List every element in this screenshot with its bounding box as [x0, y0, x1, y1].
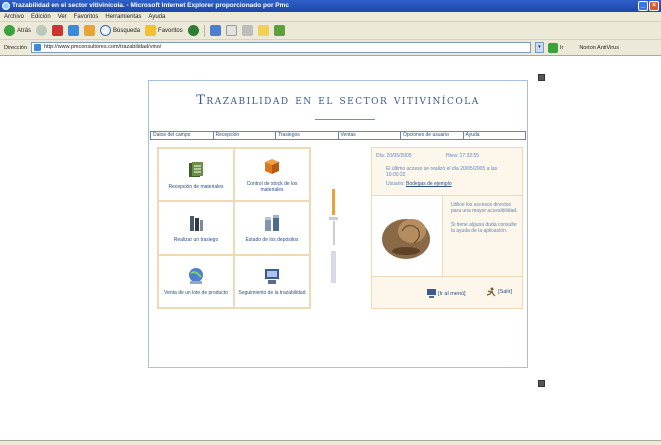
exit-button[interactable]: [Salir] — [486, 287, 512, 297]
home-icon[interactable] — [84, 25, 96, 36]
norton-link[interactable]: Norton AntiVirus — [579, 45, 619, 51]
nav-ayuda[interactable]: Ayuda — [464, 132, 526, 139]
print-icon[interactable] — [241, 25, 253, 36]
frame-scroll-down-button[interactable] — [538, 380, 545, 387]
site-title: Trazabilidad en el sector vitivinícola — [196, 93, 480, 108]
panel-actions: [Ir al menú] [Salir] — [372, 276, 522, 308]
media-icon[interactable] — [187, 25, 199, 36]
current-user: Usuario: Bodegas de ejemplo — [386, 181, 452, 187]
tips-list: Utilice los accesos directos para una ma… — [442, 196, 522, 276]
module-estado-depositos[interactable]: Estado de los depósitos — [234, 201, 310, 255]
ie-logo-icon — [2, 2, 10, 10]
address-dropdown-button[interactable]: ▾ — [534, 42, 544, 53]
module-control-stock[interactable]: Control de stock de los materiales — [234, 148, 310, 202]
title-divider — [315, 119, 375, 120]
nav-opciones-usuario[interactable]: Opciones de usuario — [401, 132, 464, 139]
menu-archivo[interactable]: Archivo — [4, 14, 24, 20]
module-venta-lote[interactable]: Venta de un lote de producto — [158, 254, 234, 308]
menu-herramientas[interactable]: Herramientas — [105, 14, 141, 20]
star-icon — [145, 25, 157, 36]
status-bar — [0, 440, 661, 445]
window-title-bar: Trazabilidad en el sector vitivinícola. … — [0, 0, 661, 12]
forward-arrow-icon[interactable] — [36, 25, 48, 36]
menu-ayuda[interactable]: Ayuda — [148, 14, 165, 20]
app-frame: Trazabilidad en el sector vitivinícola D… — [148, 80, 528, 368]
close-button[interactable]: × — [649, 1, 659, 11]
wooden-bowl-image — [382, 219, 430, 259]
back-button[interactable]: Atrás — [4, 25, 31, 36]
menu-ver[interactable]: Ver — [58, 14, 67, 20]
folder-icon[interactable] — [257, 25, 269, 36]
menu-edicion[interactable]: Edición — [31, 14, 51, 20]
nav-datos-campo[interactable]: Datos del campo — [151, 132, 214, 139]
running-person-icon — [486, 287, 496, 297]
tip-shortcuts: Utilice los accesos directos para una ma… — [451, 202, 518, 214]
history-icon[interactable] — [209, 25, 221, 36]
search-icon — [100, 25, 112, 36]
company-logo-icon — [329, 189, 338, 283]
nav-ventas[interactable]: Ventas — [339, 132, 401, 139]
page-icon — [33, 44, 41, 51]
go-menu-button[interactable]: [Ir al menú] — [427, 289, 466, 298]
tanks-icon — [265, 214, 279, 231]
messenger-icon[interactable] — [273, 25, 285, 36]
info-panel: Día: 20/05/2005 Hora: 17:32:55 El último… — [371, 147, 523, 309]
go-button[interactable]: Ir — [547, 42, 563, 53]
address-input[interactable]: http://www.pmconsultores.com/trazabilida… — [30, 42, 531, 53]
toolbar: Atrás Búsqueda Favoritos — [0, 22, 661, 40]
favorites-button[interactable]: Favoritos — [145, 25, 183, 36]
nav-trasiegos[interactable]: Trasiegos — [276, 132, 339, 139]
monitor-icon — [427, 289, 436, 298]
window-controls: _ × — [638, 1, 659, 11]
tips-section: Utilice los accesos directos para una ma… — [372, 196, 522, 276]
module-trasiego[interactable]: Realizar un trasiego — [158, 201, 234, 255]
last-access-message: El último acceso se realizó el día 20/05… — [386, 166, 498, 178]
back-arrow-icon — [4, 25, 15, 36]
module-recepcion[interactable]: Recepción de materiales — [158, 148, 234, 202]
menu-favoritos[interactable]: Favoritos — [74, 14, 99, 20]
toolbar-separator — [203, 24, 205, 37]
session-info: Día: 20/05/2005 Hora: 17:32:55 El último… — [372, 148, 522, 196]
address-bar: Dirección http://www.pmconsultores.com/t… — [0, 40, 661, 56]
minimize-button[interactable]: _ — [638, 1, 648, 11]
user-name-link[interactable]: Bodegas de ejemplo — [406, 181, 452, 187]
address-label: Dirección — [4, 44, 27, 51]
nav-recepcion[interactable]: Recepción — [214, 132, 276, 139]
menu-bar: Archivo Edición Ver Favoritos Herramient… — [0, 12, 661, 22]
mail-icon[interactable] — [225, 25, 237, 36]
bottles-icon — [190, 215, 203, 231]
stop-icon[interactable] — [52, 25, 64, 36]
globe-icon — [189, 268, 203, 285]
current-time: Hora: 17:32:55 — [446, 153, 480, 159]
window-title: Trazabilidad en el sector vitivinícola. … — [12, 2, 290, 9]
search-button[interactable]: Búsqueda — [100, 25, 140, 36]
tip-help: Si tiene alguna duda consulte la ayuda d… — [451, 222, 517, 234]
frame-scroll-up-button[interactable] — [538, 74, 545, 81]
module-grid: Recepción de materiales Control de stock… — [157, 147, 311, 309]
computer-icon — [265, 269, 279, 285]
go-arrow-icon — [547, 42, 558, 53]
main-nav: Datos del campo Recepción Trasiegos Vent… — [150, 131, 526, 140]
refresh-icon[interactable] — [68, 25, 80, 36]
boxes-icon — [265, 158, 279, 174]
document-stack-icon — [189, 161, 203, 177]
current-date: Día: 20/05/2005 — [376, 153, 412, 159]
module-seguimiento-trazabilidad[interactable]: Seguimiento de la trazabilidad — [234, 254, 310, 308]
